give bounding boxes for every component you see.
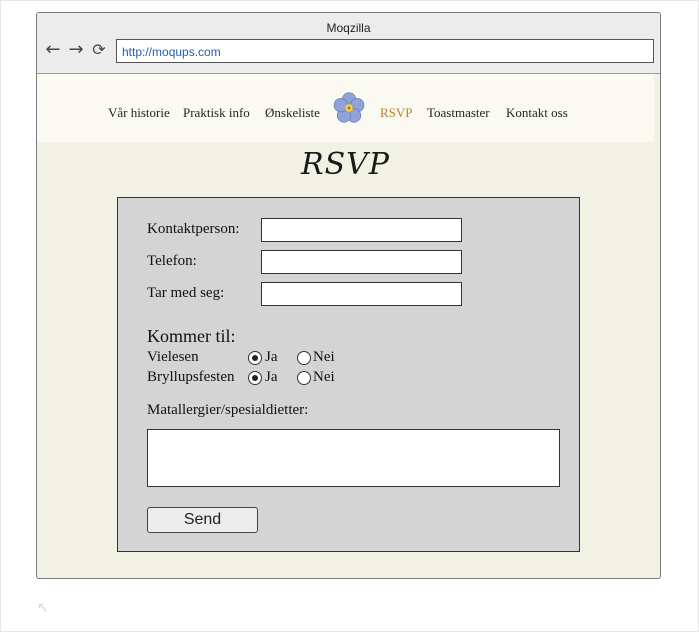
phone-label: Telefon:: [147, 253, 197, 269]
ceremony-label: Vielesen: [147, 349, 199, 365]
back-arrow-icon[interactable]: ←: [43, 40, 63, 60]
reception-no-radio[interactable]: [297, 371, 311, 385]
window-title: Moqzilla: [326, 21, 371, 35]
allergies-label: Matallergier/spesialdietter:: [147, 402, 309, 418]
resize-handle-icon[interactable]: ↖: [37, 600, 49, 616]
rsvp-form: Kontaktperson: Telefon: Tar med seg: Kom…: [117, 197, 580, 552]
ceremony-yes-radio[interactable]: [248, 351, 262, 365]
bringing-label: Tar med seg:: [147, 285, 225, 301]
contact-person-input[interactable]: [261, 218, 462, 242]
bringing-input[interactable]: [261, 282, 462, 306]
ceremony-no-radio[interactable]: [297, 351, 311, 365]
nav-link-var-historie[interactable]: Vår historie: [108, 105, 170, 121]
allergies-textarea[interactable]: [147, 429, 560, 487]
reception-label: Bryllupsfesten: [147, 369, 235, 385]
flower-logo-icon: [333, 92, 365, 123]
nav-link-toastmaster[interactable]: Toastmaster: [427, 105, 490, 121]
ceremony-yes-label: Ja: [265, 349, 278, 365]
reload-icon[interactable]: ⟳: [89, 40, 109, 60]
nav-link-kontakt-oss[interactable]: Kontakt oss: [506, 105, 568, 121]
ceremony-no-label: Nei: [313, 349, 335, 365]
reception-no-label: Nei: [313, 369, 335, 385]
browser-toolbar: Moqzilla ← → ⟳ http://moqups.com: [37, 13, 660, 74]
address-bar[interactable]: http://moqups.com: [116, 39, 654, 63]
nav-link-onskeliste[interactable]: Ønskeliste: [265, 105, 320, 121]
page-title: RSVP: [301, 147, 390, 182]
attending-title: Kommer til:: [147, 326, 236, 346]
phone-input[interactable]: [261, 250, 462, 274]
reception-yes-radio[interactable]: [248, 371, 262, 385]
nav-link-rsvp[interactable]: RSVP: [380, 105, 413, 121]
forward-arrow-icon[interactable]: →: [66, 40, 86, 60]
browser-window: Moqzilla ← → ⟳ http://moqups.com Vår his…: [36, 12, 661, 579]
reception-yes-label: Ja: [265, 369, 278, 385]
send-button[interactable]: Send: [147, 507, 258, 533]
nav-link-praktisk-info[interactable]: Praktisk info: [183, 105, 250, 121]
contact-person-label: Kontaktperson:: [147, 221, 240, 237]
